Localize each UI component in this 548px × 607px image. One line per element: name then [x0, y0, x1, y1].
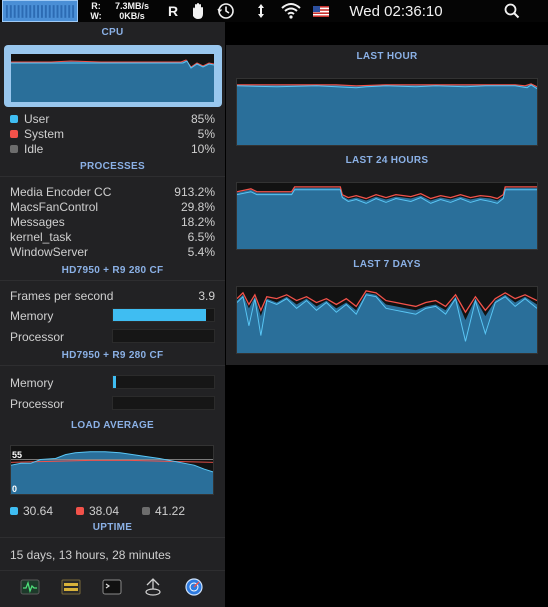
us-flag-icon[interactable] [313, 0, 329, 22]
fps-row: Frames per second 3.9 [10, 289, 215, 304]
processes-section-title: PROCESSES [80, 161, 145, 172]
system-value: 5% [197, 127, 215, 141]
divider [0, 537, 225, 538]
process-cpu: 18.2% [180, 215, 215, 229]
gpu2-memory-label: Memory [10, 376, 54, 390]
load-min-label: 0 [12, 484, 18, 494]
load-15-swatch [142, 507, 150, 515]
cpu-section-title: CPU [101, 27, 124, 38]
menu-clock[interactable]: Wed 02:36:10 [336, 0, 456, 22]
gpu-memory-label: Memory [10, 309, 54, 323]
wifi-icon[interactable] [280, 0, 302, 22]
process-row[interactable]: kernel_task 6.5% [10, 230, 215, 245]
idle-swatch [10, 145, 18, 153]
gpu-section-title: HD7950 + R9 280 CF [61, 265, 164, 276]
menu-bar: R: W: 7.3MB/s 0KB/s R Wed 02:36:10 [0, 0, 548, 22]
hand-icon[interactable] [188, 0, 206, 22]
uptime-value: 15 days, 13 hours, 28 minutes [10, 548, 171, 562]
uptime-row: 15 days, 13 hours, 28 minutes [10, 548, 215, 563]
write-rate: 0KB/s [119, 11, 145, 21]
gpu-processor-bar [112, 329, 215, 343]
activity-monitor-icon[interactable] [20, 577, 40, 597]
gpu2-memory-bar [112, 375, 215, 389]
process-name: MacsFanControl [10, 200, 99, 214]
cpu-system-row: System 5% [10, 127, 215, 142]
process-row[interactable]: Media Encoder CC 913.2% [10, 185, 215, 200]
search-icon[interactable] [503, 0, 521, 22]
divider [0, 176, 225, 177]
gpu2-processor-label: Processor [10, 397, 65, 411]
network-labels[interactable]: R: W: [84, 0, 108, 22]
user-value: 85% [190, 112, 215, 126]
gpu2-processor-bar [112, 396, 215, 410]
system-swatch [10, 130, 18, 138]
last-7-days-graph [236, 286, 538, 354]
gpu-memory-bar-fill [113, 309, 206, 321]
last-24-hours-graph [236, 182, 538, 250]
load-5-value: 38.04 [89, 504, 120, 518]
process-cpu: 29.8% [180, 200, 215, 214]
process-name: WindowServer [10, 245, 89, 259]
last-24-hours-title: LAST 24 HOURS [345, 155, 429, 166]
load-values-row: 30.64 38.04 41.22 [10, 504, 215, 519]
cpu-usage-graph [11, 54, 214, 102]
user-label: User [24, 112, 50, 126]
load-1-swatch [10, 507, 18, 515]
network-icon[interactable] [143, 577, 163, 597]
cpu-history-popup: LAST HOUR LAST 24 HOURS LAST 7 DAYS [226, 45, 548, 365]
load-15-value: 41.22 [155, 504, 186, 518]
fps-label: Frames per second [10, 289, 114, 303]
time-machine-icon[interactable] [216, 0, 236, 22]
process-cpu: 5.4% [187, 245, 215, 259]
last-hour-graph [236, 78, 538, 146]
uptime-section-title: UPTIME [92, 522, 133, 533]
arrows-icon[interactable] [252, 0, 270, 22]
gpu-memory-bar [112, 308, 215, 322]
istat-menu-panel: CPU User 85% System 5% Idle 10% PROCESSE… [0, 22, 225, 607]
user-swatch [10, 115, 18, 123]
cpu-user-row: User 85% [10, 112, 215, 127]
read-rate: 7.3MB/s [114, 1, 149, 11]
write-label: W: [90, 11, 102, 21]
gpu-section-title-2: HD7950 + R9 280 CF [61, 350, 164, 361]
process-name: kernel_task [10, 230, 72, 244]
gpu2-memory-bar-fill [113, 376, 117, 388]
process-row[interactable]: WindowServer 5.4% [10, 245, 215, 260]
load-1-value: 30.64 [23, 504, 54, 518]
process-cpu: 6.5% [187, 230, 215, 244]
divider [0, 280, 225, 281]
process-row[interactable]: MacsFanControl 29.8% [10, 200, 215, 215]
cpu-mini-graph-icon[interactable] [2, 0, 78, 22]
divider [0, 570, 225, 571]
cpu-idle-row: Idle 10% [10, 142, 215, 157]
load-average-graph [10, 445, 214, 495]
process-row[interactable]: Messages 18.2% [10, 215, 215, 230]
process-cpu: 913.2% [174, 185, 215, 199]
process-name: Messages [10, 215, 65, 229]
last-7-days-title: LAST 7 DAYS [353, 259, 421, 270]
network-values[interactable]: 7.3MB/s 0KB/s [108, 0, 156, 22]
system-label: System [24, 127, 65, 141]
disk-utility-icon[interactable] [184, 577, 204, 597]
divider [0, 365, 225, 366]
fps-value: 3.9 [198, 289, 215, 303]
load-max-label: 55 [12, 450, 23, 460]
last-hour-title: LAST HOUR [356, 51, 418, 62]
r-menu-icon[interactable]: R [166, 0, 180, 22]
terminal-icon[interactable] [102, 577, 122, 597]
idle-label: Idle [24, 142, 44, 156]
load-section-title: LOAD AVERAGE [70, 420, 155, 431]
load-5-swatch [76, 507, 84, 515]
gpu-processor-label: Processor [10, 330, 65, 344]
idle-value: 10% [190, 142, 215, 156]
process-name: Media Encoder CC [10, 185, 112, 199]
fan-control-icon[interactable] [61, 577, 81, 597]
read-label: R: [91, 1, 101, 11]
